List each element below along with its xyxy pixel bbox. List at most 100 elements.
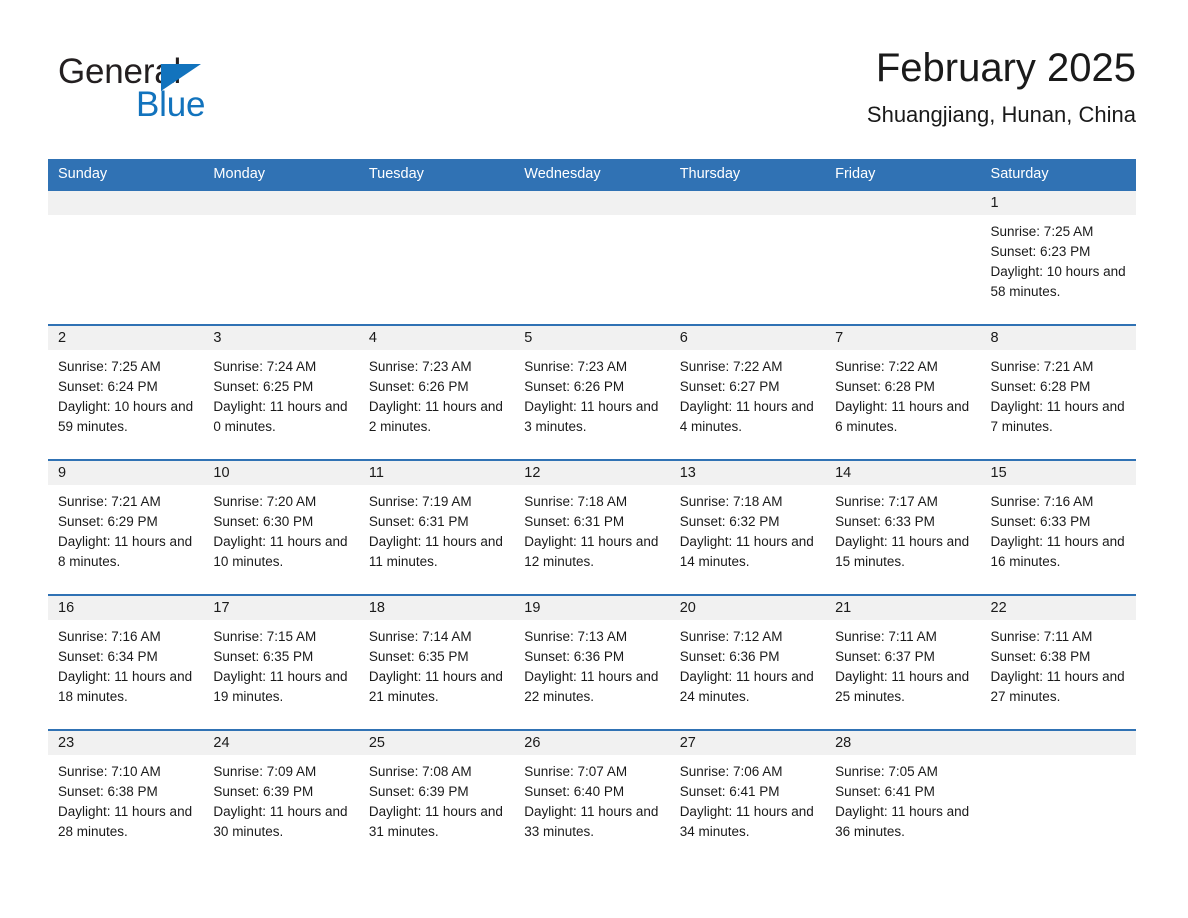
daylight-text: Daylight: 11 hours and 6 minutes. [835,399,970,434]
calendar-day-cell[interactable]: 11 Sunrise: 7:19 AM Sunset: 6:31 PM Dayligh… [358,459,515,595]
sunset-text: Sunset: 6:34 PM [58,649,158,664]
day-number: 26 [514,731,670,755]
calendar-day-cell[interactable]: 25 Sunrise: 7:08 AM Sunset: 6:39 PM Dayligh… [358,729,515,864]
sunset-text: Sunset: 6:41 PM [679,784,780,799]
sunrise-text: Sunrise: 7:23 AM [524,359,628,374]
day-details: Sunrise: 7:10 AM Sunset: 6:38 PM Daylight:… [48,755,203,842]
calendar-day-cell[interactable]: 14 Sunrise: 7:17 AM Sunset: 6:33 PM Dayligh… [825,459,981,595]
calendar-day-cell[interactable] [514,189,670,325]
day-number: 10 [203,461,359,485]
day-details: Sunrise: 7:13 AM Sunset: 6:36 PM Daylight:… [514,620,669,707]
day-number: 14 [825,461,981,485]
calendar-week-row: 1 Sunrise: 7:25 AM Sunset: 6:23 PM Daylight… [48,189,1136,325]
day-number: 6 [669,326,826,350]
calendar-day-cell[interactable]: 27 Sunrise: 7:06 AM Sunset: 6:41 PM Dayligh… [669,729,826,864]
calendar-day-cell[interactable]: 23 Sunrise: 7:10 AM Sunset: 6:38 PM Dayligh… [48,729,204,864]
calendar-day-cell[interactable]: 16 Sunrise: 7:16 AM Sunset: 6:34 PM Dayligh… [48,594,204,730]
day-number: 9 [48,461,204,485]
weekday-header-wednesday: Wednesday [514,159,670,190]
daylight-text: Daylight: 11 hours and 2 minutes. [368,399,503,434]
day-details: Sunrise: 7:19 AM Sunset: 6:31 PM Daylight:… [359,485,514,572]
daylight-text: Daylight: 11 hours and 0 minutes. [213,399,348,434]
day-number: 20 [669,596,826,620]
day-details: Sunrise: 7:21 AM Sunset: 6:29 PM Daylight:… [48,485,203,572]
sunset-text: Sunset: 6:30 PM [213,514,314,529]
calendar-day-cell[interactable]: 4 Sunrise: 7:23 AM Sunset: 6:26 PM Daylight… [358,324,515,460]
day-number: 18 [358,596,515,620]
sunrise-text: Sunrise: 7:21 AM [58,494,161,509]
daylight-text: Daylight: 11 hours and 10 minutes. [213,534,348,569]
calendar-day-cell[interactable]: 19 Sunrise: 7:13 AM Sunset: 6:36 PM Dayligh… [514,594,670,730]
calendar-day-cell[interactable] [48,189,204,325]
sunrise-text: Sunrise: 7:06 AM [679,764,783,779]
day-details: Sunrise: 7:11 AM Sunset: 6:37 PM Daylight:… [825,620,980,707]
calendar-header-row: Sunday Monday Tuesday Wednesday Thursday… [48,159,1136,190]
daylight-text: Daylight: 11 hours and 4 minutes. [679,399,814,434]
calendar-day-cell[interactable]: 5 Sunrise: 7:23 AM Sunset: 6:26 PM Daylight… [514,324,670,460]
calendar-day-cell[interactable]: 28 Sunrise: 7:05 AM Sunset: 6:41 PM Dayligh… [825,729,981,864]
day-number: 11 [358,461,515,485]
calendar-day-cell[interactable]: 2 Sunrise: 7:25 AM Sunset: 6:24 PM Daylight… [48,324,204,460]
sunset-text: Sunset: 6:35 PM [213,649,314,664]
sunset-text: Sunset: 6:36 PM [679,649,780,664]
daylight-text: Daylight: 11 hours and 27 minutes. [990,669,1125,704]
calendar-day-cell[interactable]: 22 Sunrise: 7:11 AM Sunset: 6:38 PM Dayligh… [980,594,1136,730]
day-number: 15 [980,461,1136,485]
day-details: Sunrise: 7:07 AM Sunset: 6:40 PM Daylight:… [514,755,669,842]
day-details: Sunrise: 7:21 AM Sunset: 6:28 PM Daylight:… [981,350,1136,437]
day-details: Sunrise: 7:23 AM Sunset: 6:26 PM Daylight:… [359,350,514,437]
sunrise-text: Sunrise: 7:17 AM [835,494,938,509]
calendar-day-cell[interactable]: 17 Sunrise: 7:15 AM Sunset: 6:35 PM Dayligh… [203,594,359,730]
daylight-text: Daylight: 11 hours and 11 minutes. [368,534,503,569]
sunrise-text: Sunrise: 7:12 AM [679,629,783,644]
day-number: 16 [48,596,204,620]
daylight-text: Daylight: 10 hours and 59 minutes. [58,399,194,434]
day-details: Sunrise: 7:16 AM Sunset: 6:34 PM Daylight:… [48,620,203,707]
day-details: Sunrise: 7:11 AM Sunset: 6:38 PM Daylight:… [981,620,1136,707]
calendar-day-cell[interactable]: 9 Sunrise: 7:21 AM Sunset: 6:29 PM Daylight… [48,459,204,595]
day-number: 24 [203,731,359,755]
calendar-day-cell[interactable] [358,189,515,325]
calendar-day-cell[interactable] [669,189,826,325]
day-details: Sunrise: 7:22 AM Sunset: 6:27 PM Daylight:… [670,350,825,437]
calendar-day-cell[interactable]: 26 Sunrise: 7:07 AM Sunset: 6:40 PM Dayligh… [514,729,670,864]
calendar-day-cell[interactable]: 24 Sunrise: 7:09 AM Sunset: 6:39 PM Dayligh… [203,729,359,864]
calendar-day-cell[interactable]: 8 Sunrise: 7:21 AM Sunset: 6:28 PM Daylight… [980,324,1136,460]
sunrise-text: Sunrise: 7:22 AM [679,359,783,374]
day-details: Sunrise: 7:08 AM Sunset: 6:39 PM Daylight:… [359,755,514,842]
calendar-day-cell[interactable]: 3 Sunrise: 7:24 AM Sunset: 6:25 PM Daylight… [203,324,359,460]
calendar-day-cell[interactable] [980,729,1136,864]
daylight-text: Daylight: 11 hours and 7 minutes. [990,399,1125,434]
sunrise-text: Sunrise: 7:18 AM [524,494,628,509]
sunrise-text: Sunrise: 7:25 AM [990,224,1094,239]
calendar-day-cell[interactable] [203,189,359,325]
day-details: Sunrise: 7:18 AM Sunset: 6:31 PM Daylight:… [514,485,669,572]
calendar-day-cell[interactable]: 10 Sunrise: 7:20 AM Sunset: 6:30 PM Dayligh… [203,459,359,595]
weekday-header-saturday: Saturday [980,159,1136,190]
calendar-day-cell[interactable]: 12 Sunrise: 7:18 AM Sunset: 6:31 PM Dayligh… [514,459,670,595]
sunrise-text: Sunrise: 7:16 AM [58,629,161,644]
general-blue-logo[interactable]: General Blue [58,52,318,130]
calendar-page: General Blue February 2025 Shuangjiang, … [0,0,1188,918]
page-title: February 2025 [875,46,1136,90]
daylight-text: Daylight: 11 hours and 28 minutes. [58,804,193,839]
calendar-day-cell[interactable]: 15 Sunrise: 7:16 AM Sunset: 6:33 PM Dayligh… [980,459,1136,595]
calendar-day-cell[interactable]: 21 Sunrise: 7:11 AM Sunset: 6:37 PM Dayligh… [825,594,981,730]
calendar-day-cell[interactable]: 6 Sunrise: 7:22 AM Sunset: 6:27 PM Daylight… [669,324,826,460]
calendar-day-cell[interactable]: 1 Sunrise: 7:25 AM Sunset: 6:23 PM Daylight… [980,189,1136,325]
sunset-text: Sunset: 6:29 PM [58,514,158,529]
day-details: Sunrise: 7:16 AM Sunset: 6:33 PM Daylight:… [981,485,1136,572]
sunset-text: Sunset: 6:40 PM [524,784,625,799]
sunrise-text: Sunrise: 7:09 AM [213,764,317,779]
sunset-text: Sunset: 6:31 PM [524,514,625,529]
calendar-day-cell[interactable]: 20 Sunrise: 7:12 AM Sunset: 6:36 PM Dayligh… [669,594,826,730]
sunrise-text: Sunrise: 7:08 AM [368,764,472,779]
day-number [825,191,981,215]
calendar-day-cell[interactable]: 18 Sunrise: 7:14 AM Sunset: 6:35 PM Dayligh… [358,594,515,730]
sunset-text: Sunset: 6:25 PM [213,379,314,394]
calendar-day-cell[interactable]: 13 Sunrise: 7:18 AM Sunset: 6:32 PM Dayligh… [669,459,826,595]
sunrise-text: Sunrise: 7:24 AM [213,359,317,374]
sunrise-text: Sunrise: 7:21 AM [990,359,1094,374]
calendar-day-cell[interactable] [825,189,981,325]
calendar-day-cell[interactable]: 7 Sunrise: 7:22 AM Sunset: 6:28 PM Daylight… [825,324,981,460]
